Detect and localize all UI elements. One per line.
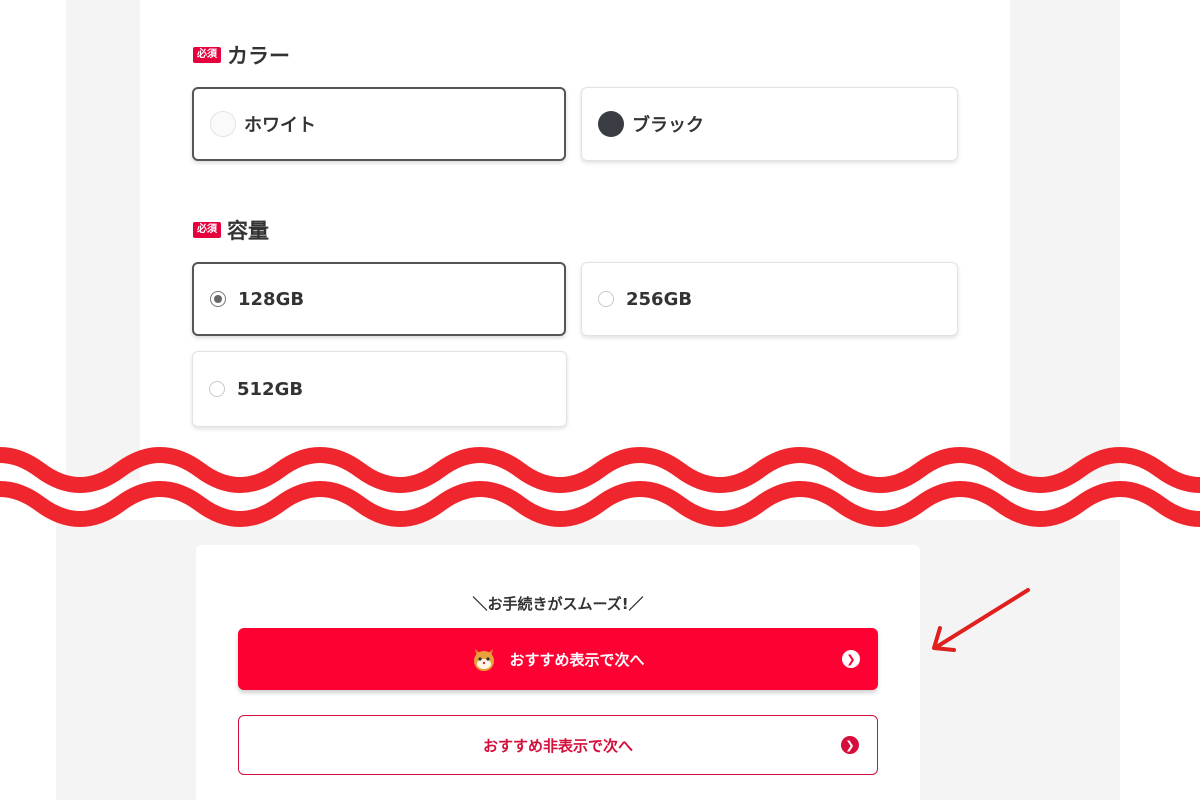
- capacity-option-128gb[interactable]: 128GB: [192, 262, 566, 336]
- left-gray-column: [66, 0, 140, 480]
- red-arrow-icon: [932, 588, 1030, 652]
- chevron-right-circle-icon: ❯: [841, 736, 859, 754]
- next-with-recommendations-button[interactable]: おすすめ表示で次へ ❯: [238, 628, 878, 690]
- next-step-panel: ＼お手続きがスムーズ!／ おすすめ表示で次へ ❯ おすすめ非表示で次へ ❯: [196, 545, 920, 800]
- capacity-option-label: 256GB: [626, 288, 693, 310]
- cat-mascot-icon: [474, 649, 495, 671]
- required-badge: 必須: [193, 222, 221, 238]
- primary-button-label: おすすめ表示で次へ: [509, 650, 645, 669]
- radio-unchecked-icon: [598, 291, 614, 307]
- capacity-option-256gb[interactable]: 256GB: [581, 262, 958, 336]
- capacity-option-label: 128GB: [238, 288, 305, 310]
- capacity-option-512gb[interactable]: 512GB: [192, 351, 567, 427]
- radio-unchecked-icon: [209, 381, 225, 397]
- color-section-label: 必須 カラー: [193, 40, 290, 70]
- white-color-swatch-icon: [210, 111, 236, 137]
- chevron-right-circle-icon: ❯: [842, 650, 860, 668]
- color-section-title: カラー: [227, 44, 290, 68]
- secondary-button-label: おすすめ非表示で次へ: [482, 736, 633, 755]
- color-option-black[interactable]: ブラック: [581, 87, 958, 161]
- wavy-break-divider: [0, 447, 1200, 527]
- black-color-swatch-icon: [598, 111, 624, 137]
- right-gray-column: [1010, 0, 1120, 480]
- capacity-section-label: 必須 容量: [193, 215, 269, 245]
- smooth-procedure-tagline: ＼お手続きがスムーズ!／: [472, 595, 644, 613]
- required-badge: 必須: [193, 47, 221, 63]
- color-option-white[interactable]: ホワイト: [192, 87, 566, 161]
- next-without-recommendations-button[interactable]: おすすめ非表示で次へ ❯: [238, 715, 878, 775]
- capacity-section-title: 容量: [227, 219, 269, 243]
- color-option-label: ブラック: [632, 115, 704, 136]
- color-option-label: ホワイト: [244, 115, 316, 136]
- capacity-option-label: 512GB: [237, 378, 304, 400]
- radio-checked-icon: [210, 291, 226, 307]
